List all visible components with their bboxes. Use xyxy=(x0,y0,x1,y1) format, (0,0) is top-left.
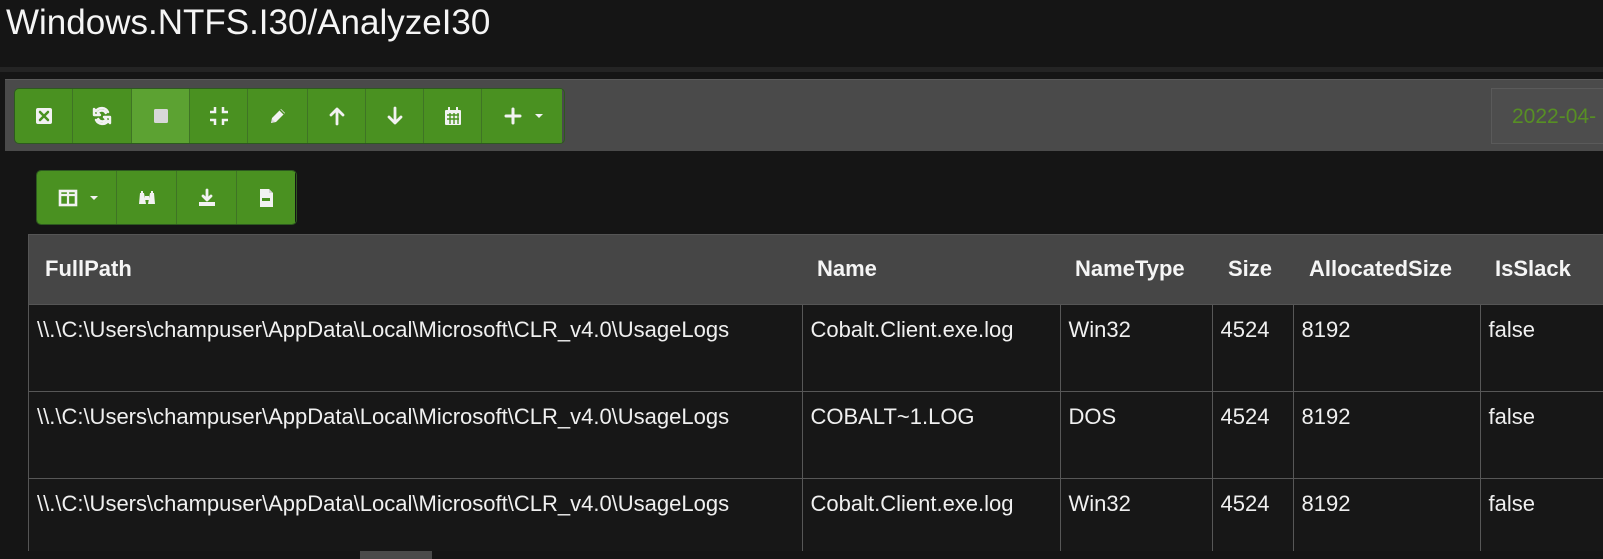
calendar-button[interactable] xyxy=(424,89,482,143)
main-button-group xyxy=(14,88,565,144)
allocatedsize-cell: 8192 xyxy=(1293,304,1481,392)
name-cell: COBALT~1.LOG xyxy=(802,391,1061,479)
main-toolbar: 2022-04- xyxy=(5,79,1603,151)
csv-file-icon xyxy=(252,184,280,212)
table-header: FullPath Name NameType Size AllocatedSiz… xyxy=(29,235,1603,305)
table-row[interactable]: \\.\C:\Users\champuser\AppData\Local\Mic… xyxy=(29,391,1603,479)
horizontal-scrollbar[interactable] xyxy=(0,551,1603,559)
binoculars-icon xyxy=(133,184,161,212)
search-button[interactable] xyxy=(117,171,177,224)
columns-menu-button[interactable] xyxy=(37,171,117,224)
column-header-fullpath[interactable]: FullPath xyxy=(29,235,802,305)
table-header-row: FullPath Name NameType Size AllocatedSiz… xyxy=(29,235,1603,305)
columns-icon xyxy=(54,184,82,212)
fullpath-cell: \\.\C:\Users\champuser\AppData\Local\Mic… xyxy=(29,478,803,551)
title-bar: Windows.NTFS.I30/AnalyzeI30 xyxy=(0,0,1603,67)
download-icon xyxy=(193,184,221,212)
refresh-icon xyxy=(88,102,116,130)
columns-menu-content xyxy=(54,184,100,212)
size-cell: 4524 xyxy=(1212,304,1294,392)
nametype-cell: Win32 xyxy=(1060,478,1213,551)
plus-icon xyxy=(499,102,527,130)
analyze-i30-page: Windows.NTFS.I30/AnalyzeI30 2022-04- Ful… xyxy=(0,0,1603,559)
size-cell: 4524 xyxy=(1212,391,1294,479)
results-table: FullPath Name NameType Size AllocatedSiz… xyxy=(29,235,1603,551)
table-row[interactable]: \\.\C:\Users\champuser\AppData\Local\Mic… xyxy=(29,478,1603,551)
move-up-button[interactable] xyxy=(308,89,366,143)
column-header-name[interactable]: Name xyxy=(802,235,1060,305)
move-down-button[interactable] xyxy=(366,89,424,143)
table-row[interactable]: \\.\C:\Users\champuser\AppData\Local\Mic… xyxy=(29,304,1603,392)
nametype-cell: Win32 xyxy=(1060,304,1213,392)
edit-button[interactable] xyxy=(248,89,308,143)
chevron-down-icon xyxy=(533,102,545,130)
refresh-button[interactable] xyxy=(73,89,132,143)
isslack-cell: false xyxy=(1480,391,1603,479)
calendar-icon xyxy=(439,102,467,130)
close-square-icon xyxy=(30,102,58,130)
table-tools-button-group xyxy=(36,170,297,225)
column-header-isslack[interactable]: IsSlack xyxy=(1480,235,1603,305)
chevron-down-icon xyxy=(88,184,100,212)
fullpath-cell: \\.\C:\Users\champuser\AppData\Local\Mic… xyxy=(29,304,803,392)
horizontal-scrollbar-thumb[interactable] xyxy=(360,551,432,559)
allocatedsize-cell: 8192 xyxy=(1293,478,1481,551)
page-title: Windows.NTFS.I30/AnalyzeI30 xyxy=(6,3,491,42)
compress-button[interactable] xyxy=(190,89,248,143)
nametype-cell: DOS xyxy=(1060,391,1213,479)
column-header-size[interactable]: Size xyxy=(1212,235,1293,305)
table-body: \\.\C:\Users\champuser\AppData\Local\Mic… xyxy=(29,304,1603,551)
allocatedsize-cell: 8192 xyxy=(1293,391,1481,479)
arrow-down-icon xyxy=(381,102,409,130)
name-cell: Cobalt.Client.exe.log xyxy=(802,304,1061,392)
column-header-nametype[interactable]: NameType xyxy=(1060,235,1212,305)
plus-menu-content xyxy=(499,102,545,130)
results-table-container[interactable]: FullPath Name NameType Size AllocatedSiz… xyxy=(28,234,1603,551)
download-button[interactable] xyxy=(177,171,237,224)
pencil-icon xyxy=(264,102,292,130)
column-header-allocatedsize[interactable]: AllocatedSize xyxy=(1293,235,1480,305)
clear-button[interactable] xyxy=(15,89,73,143)
isslack-cell: false xyxy=(1480,304,1603,392)
stop-icon xyxy=(147,102,175,130)
arrow-up-icon xyxy=(323,102,351,130)
title-separator xyxy=(0,67,1603,72)
add-menu-button[interactable] xyxy=(482,89,562,143)
stop-button[interactable] xyxy=(132,89,190,143)
size-cell: 4524 xyxy=(1212,478,1294,551)
csv-export-button[interactable] xyxy=(237,171,295,224)
isslack-cell: false xyxy=(1480,478,1603,551)
fullpath-cell: \\.\C:\Users\champuser\AppData\Local\Mic… xyxy=(29,391,803,479)
timestamp-field[interactable]: 2022-04- xyxy=(1491,88,1603,144)
name-cell: Cobalt.Client.exe.log xyxy=(802,478,1061,551)
compress-icon xyxy=(205,102,233,130)
